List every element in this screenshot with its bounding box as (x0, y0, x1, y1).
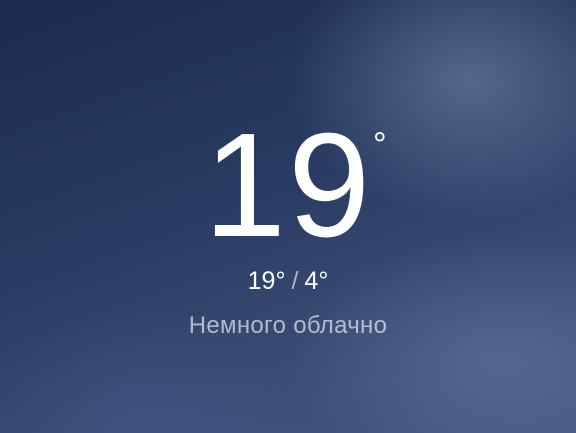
weather-condition: Немного облачно (188, 312, 388, 339)
high-low-separator: / (291, 267, 299, 295)
low-temperature: 4° (304, 267, 329, 295)
high-low-temperature: 19°/4° (0, 266, 576, 296)
weather-screen: 19 ° 19°/4° Немного облачно (0, 0, 576, 433)
current-temperature: 19 (0, 112, 576, 260)
degree-symbol: ° (373, 126, 387, 164)
high-temperature: 19° (247, 267, 286, 295)
current-temperature-value: 19 (203, 103, 373, 268)
